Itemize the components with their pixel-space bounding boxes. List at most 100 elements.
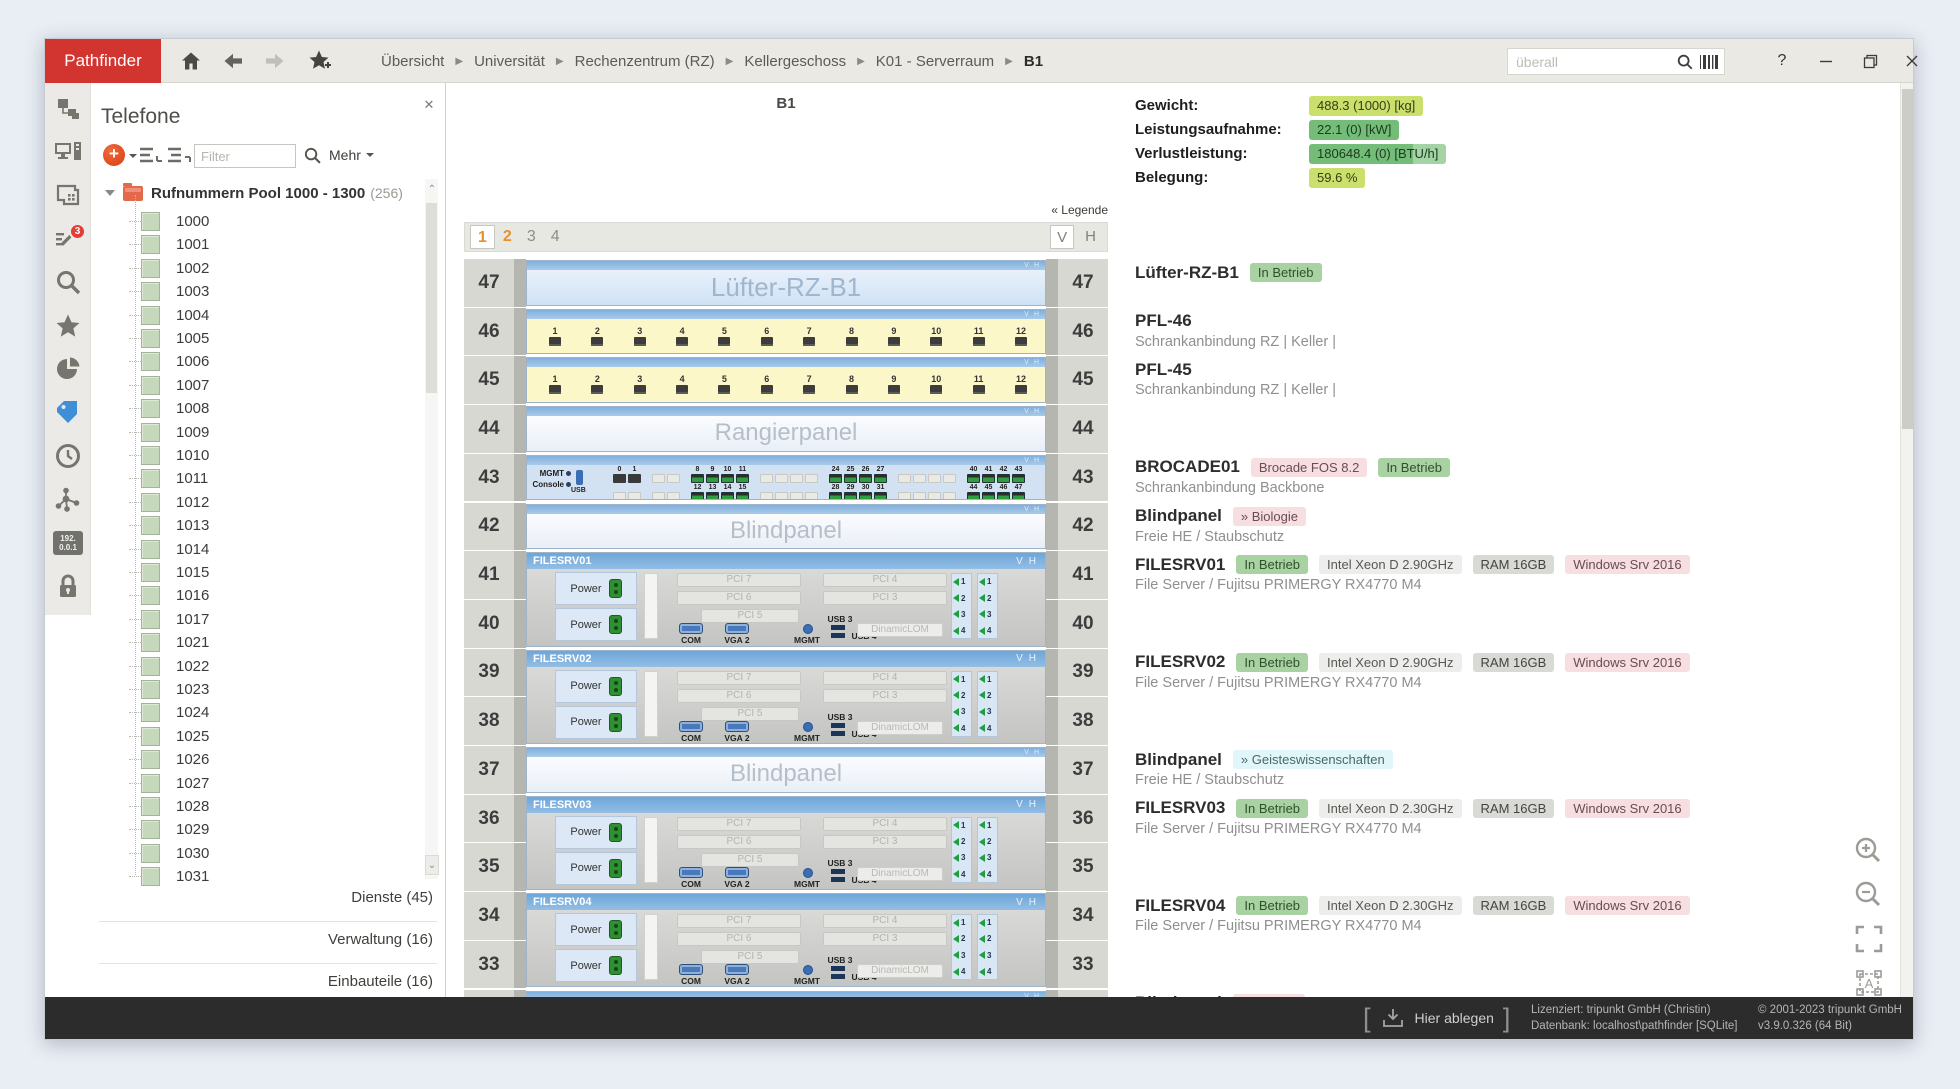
rack-panel-switch[interactable]: VHMGMTConsoleUSB018129131014111524282529… — [526, 455, 1046, 501]
tree-item[interactable]: 1009 — [141, 421, 209, 444]
main-scroll-thumb[interactable] — [1902, 89, 1913, 429]
workstation-icon[interactable] — [45, 134, 91, 170]
tree-item[interactable]: 1027 — [141, 772, 209, 795]
add-button[interactable] — [103, 144, 125, 166]
rack-panel-patch[interactable]: VH123456789101112 — [526, 309, 1046, 355]
tree-item[interactable]: 1015 — [141, 561, 209, 584]
search-icon[interactable] — [1673, 53, 1697, 71]
device-row[interactable]: FILESRV01In BetriebIntel Xeon D 2.90GHzR… — [1135, 553, 1690, 576]
breadcrumb-item[interactable]: Rechenzentrum (RZ) — [575, 53, 715, 70]
section-header[interactable]: Einbauteile (16) — [328, 973, 433, 990]
clock-icon[interactable] — [45, 438, 91, 474]
device-row[interactable]: Blindpanel» Geisteswissenschaften — [1135, 748, 1393, 771]
star-icon[interactable] — [45, 308, 91, 344]
forward-icon[interactable] — [259, 46, 291, 76]
tree-item[interactable]: 1003 — [141, 280, 209, 303]
more-button[interactable]: Mehr — [329, 147, 374, 163]
rack-tab[interactable]: 4 — [544, 225, 567, 249]
drop-target[interactable]: [ Hier ablegen ] — [1363, 997, 1510, 1039]
rack-panel-fan[interactable]: VHLüfter-RZ-B1 — [526, 260, 1046, 306]
close-button[interactable] — [1893, 39, 1931, 83]
tree-item[interactable]: 1002 — [141, 257, 209, 280]
ip-address-icon[interactable]: 192.0.0.1 — [45, 525, 91, 561]
breadcrumb-item[interactable]: B1 — [1024, 53, 1043, 70]
tree-item[interactable]: 1012 — [141, 491, 209, 514]
text-size-icon[interactable]: A — [1853, 967, 1887, 999]
room-plan-icon[interactable] — [45, 177, 91, 213]
panel-close-icon[interactable]: ✕ — [419, 95, 439, 115]
device-row[interactable]: PFL-45 — [1135, 358, 1192, 381]
tree-item[interactable]: 1001 — [141, 233, 209, 256]
topology-icon[interactable] — [45, 91, 91, 127]
view-vertical-tab[interactable]: V — [1050, 225, 1074, 249]
main-scrollbar[interactable] — [1900, 83, 1913, 999]
device-row[interactable]: PFL-46 — [1135, 310, 1192, 333]
section-header[interactable]: Dienste (45) — [351, 889, 433, 906]
tree-item[interactable]: 1005 — [141, 327, 209, 350]
rack-panel-blank[interactable]: VHRangierpanel — [526, 406, 1046, 452]
panel-scrollbar[interactable] — [425, 179, 438, 879]
tree-item[interactable]: 1029 — [141, 818, 209, 841]
tree-root[interactable]: Rufnummern Pool 1000 - 1300 (256) — [105, 182, 403, 204]
tree-item[interactable]: 1013 — [141, 514, 209, 537]
filter-search-icon[interactable] — [303, 146, 323, 166]
tree-item[interactable]: 1031 — [141, 865, 209, 888]
app-logo[interactable]: Pathfinder — [45, 39, 161, 83]
breadcrumb-item[interactable]: Universität — [474, 53, 545, 70]
pie-chart-icon[interactable] — [45, 351, 91, 387]
zoom-out-icon[interactable] — [1853, 879, 1887, 913]
breadcrumb-item[interactable]: K01 - Serverraum — [876, 53, 994, 70]
legend-toggle[interactable]: « Legende — [464, 203, 1108, 217]
device-row[interactable]: Lüfter-RZ-B1In Betrieb — [1135, 261, 1322, 284]
tree-item[interactable]: 1024 — [141, 701, 209, 724]
tree-item[interactable]: 1008 — [141, 397, 209, 420]
tree-item[interactable]: 1023 — [141, 678, 209, 701]
rack-tab[interactable]: 1 — [470, 225, 495, 249]
rack-panel-filesrv03[interactable]: FILESRV03VHPowerPowerPCI 7PCI 6PCI 5PCI … — [526, 796, 1046, 890]
expand-list-icon[interactable] — [139, 146, 163, 165]
tree-item[interactable]: 1011 — [141, 467, 208, 490]
search-icon[interactable] — [45, 264, 91, 300]
tree-item[interactable]: 1007 — [141, 374, 209, 397]
tree-item[interactable]: 1014 — [141, 538, 209, 561]
fit-view-icon[interactable] — [1853, 923, 1887, 957]
tree-item[interactable]: 1022 — [141, 655, 209, 678]
tree-item[interactable]: 1006 — [141, 350, 209, 373]
rack-panel-filesrv01[interactable]: FILESRV01VHPowerPowerPCI 7PCI 6PCI 5PCI … — [526, 552, 1046, 646]
tree-item[interactable]: 1017 — [141, 608, 209, 631]
device-row[interactable]: FILESRV02In BetriebIntel Xeon D 2.90GHzR… — [1135, 651, 1690, 674]
rack-tab[interactable]: 2 — [496, 225, 519, 249]
panel-scroll-thumb[interactable] — [426, 203, 437, 393]
minimize-button[interactable] — [1807, 39, 1845, 83]
home-icon[interactable] — [175, 46, 207, 76]
rack-panel-blank[interactable]: VHBlindpanel — [526, 504, 1046, 550]
breadcrumb-item[interactable]: Kellergeschoss — [744, 53, 846, 70]
favorite-add-icon[interactable] — [303, 46, 335, 76]
view-horizontal-tab[interactable]: H — [1079, 225, 1102, 249]
tree-item[interactable]: 1004 — [141, 304, 209, 327]
device-row[interactable]: FILESRV03In BetriebIntel Xeon D 2.30GHzR… — [1135, 797, 1690, 820]
back-icon[interactable] — [217, 46, 249, 76]
rack-panel-filesrv02[interactable]: FILESRV02VHPowerPowerPCI 7PCI 6PCI 5PCI … — [526, 650, 1046, 744]
rack-panel-patch[interactable]: VH123456789101112 — [526, 357, 1046, 403]
scroll-up-icon[interactable]: ⌃ — [425, 179, 439, 199]
tree-item[interactable]: 1026 — [141, 748, 209, 771]
device-row[interactable]: Blindpanel» Biologie — [1135, 505, 1306, 528]
search-input[interactable] — [1508, 54, 1673, 70]
expander-icon[interactable] — [105, 190, 115, 196]
filter-input[interactable] — [195, 145, 295, 167]
tree-item[interactable]: 1016 — [141, 584, 209, 607]
rack-panel-filesrv04[interactable]: FILESRV04VHPowerPowerPCI 7PCI 6PCI 5PCI … — [526, 893, 1046, 987]
tree-item[interactable]: 1021 — [141, 631, 209, 654]
add-caret-icon[interactable] — [129, 154, 137, 158]
rack-panel-blank[interactable]: VHBlindpanel — [526, 747, 1046, 793]
device-row[interactable]: BROCADE01Brocade FOS 8.2In Betrieb — [1135, 456, 1450, 479]
tag-icon[interactable] — [45, 395, 91, 431]
zoom-in-icon[interactable] — [1853, 835, 1887, 869]
section-header[interactable]: Verwaltung (16) — [328, 931, 433, 948]
barcode-icon[interactable] — [1697, 54, 1724, 70]
network-icon[interactable] — [45, 482, 91, 518]
tree-item[interactable]: 1000 — [141, 210, 209, 233]
breadcrumb-item[interactable]: Übersicht — [381, 53, 444, 70]
tree-item[interactable]: 1010 — [141, 444, 209, 467]
